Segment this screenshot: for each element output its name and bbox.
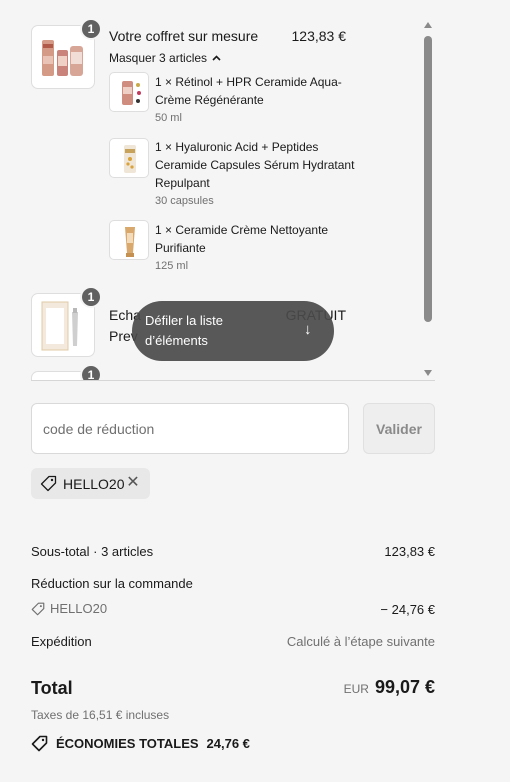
tax-note: Taxes de 16,51 € incluses — [31, 708, 170, 722]
tag-icon — [31, 735, 48, 752]
bundle-item-thumbnail — [109, 220, 149, 260]
total-savings: ÉCONOMIES TOTALES 24,76 € — [31, 735, 250, 752]
applied-code-label: HELLO20 — [63, 475, 125, 492]
quantity-badge: 1 — [80, 18, 102, 40]
product-title: Votre coffret sur mesure — [109, 28, 259, 44]
currency-code: EUR — [343, 682, 369, 696]
product-price: 123,83 € — [291, 28, 347, 44]
cart-items-list[interactable]: 1 Votre coffret sur mesure 123,83 € Masq… — [0, 0, 436, 380]
bundle-item-detail: 125 ml — [155, 260, 189, 272]
bundle-item-detail: 30 capsules — [155, 195, 214, 207]
divider — [31, 380, 435, 381]
bundle-item-image — [125, 227, 135, 257]
order-discount-label: Réduction sur la commande — [31, 576, 193, 591]
bundle-item-image — [124, 145, 136, 173]
scroll-up-arrow-icon[interactable] — [424, 22, 432, 28]
applied-code-chip: HELLO20 ✕ — [31, 468, 150, 499]
total-amount: EUR 99,07 € — [344, 677, 435, 698]
toggle-label: Masquer 3 articles — [109, 51, 208, 65]
tag-icon — [31, 602, 45, 615]
hide-bundle-items-toggle[interactable]: Masquer 3 articles — [109, 50, 221, 66]
scroll-hint-tooltip[interactable]: Défiler la liste d’éléments ↓ — [132, 301, 334, 361]
bundle-item-name: 1 × Ceramide Crème Nettoyante Purifiante — [155, 223, 329, 255]
tag-icon — [40, 475, 57, 492]
subtotal-label: Sous-total · 3 articles — [31, 544, 154, 559]
bundle-item-image — [122, 81, 141, 105]
total-label: Total — [31, 678, 73, 698]
list-scrollbar[interactable] — [421, 20, 435, 380]
bundle-item-name: 1 × Hyaluronic Acid + Peptides Ceramide … — [155, 140, 355, 190]
arrow-down-icon: ↓ — [304, 321, 312, 338]
scrollbar-thumb[interactable] — [424, 36, 432, 322]
savings-label: ÉCONOMIES TOTALES — [56, 736, 199, 751]
order-discount-code: HELLO20 — [31, 601, 107, 616]
shipping-value: Calculé à l’étape suivante — [286, 634, 435, 649]
discount-code-input[interactable] — [31, 403, 349, 454]
bundle-item-name: 1 × Rétinol + HPR Ceramide Aqua-Crème Ré… — [155, 75, 342, 107]
shipping-label: Expédition — [31, 634, 92, 649]
savings-value: 24,76 € — [206, 736, 250, 751]
quantity-badge: 1 — [80, 364, 102, 380]
total-value: 99,07 € — [374, 677, 435, 697]
close-icon[interactable]: ✕ — [126, 475, 140, 491]
order-discount-code-text: HELLO20 — [50, 601, 108, 616]
scroll-down-arrow-icon[interactable] — [424, 370, 432, 376]
bundle-item-thumbnail — [109, 138, 149, 178]
scroll-hint-text: Défiler la liste d’éléments — [145, 313, 224, 348]
quantity-badge: 1 — [80, 286, 102, 308]
bundle-item-detail: 50 ml — [155, 112, 182, 124]
apply-discount-button[interactable]: Valider — [363, 403, 435, 454]
chevron-up-icon — [212, 55, 221, 61]
subtotal-value: 123,83 € — [384, 544, 435, 559]
bundle-item-thumbnail — [109, 72, 149, 112]
order-discount-value: − 24,76 € — [380, 602, 435, 617]
